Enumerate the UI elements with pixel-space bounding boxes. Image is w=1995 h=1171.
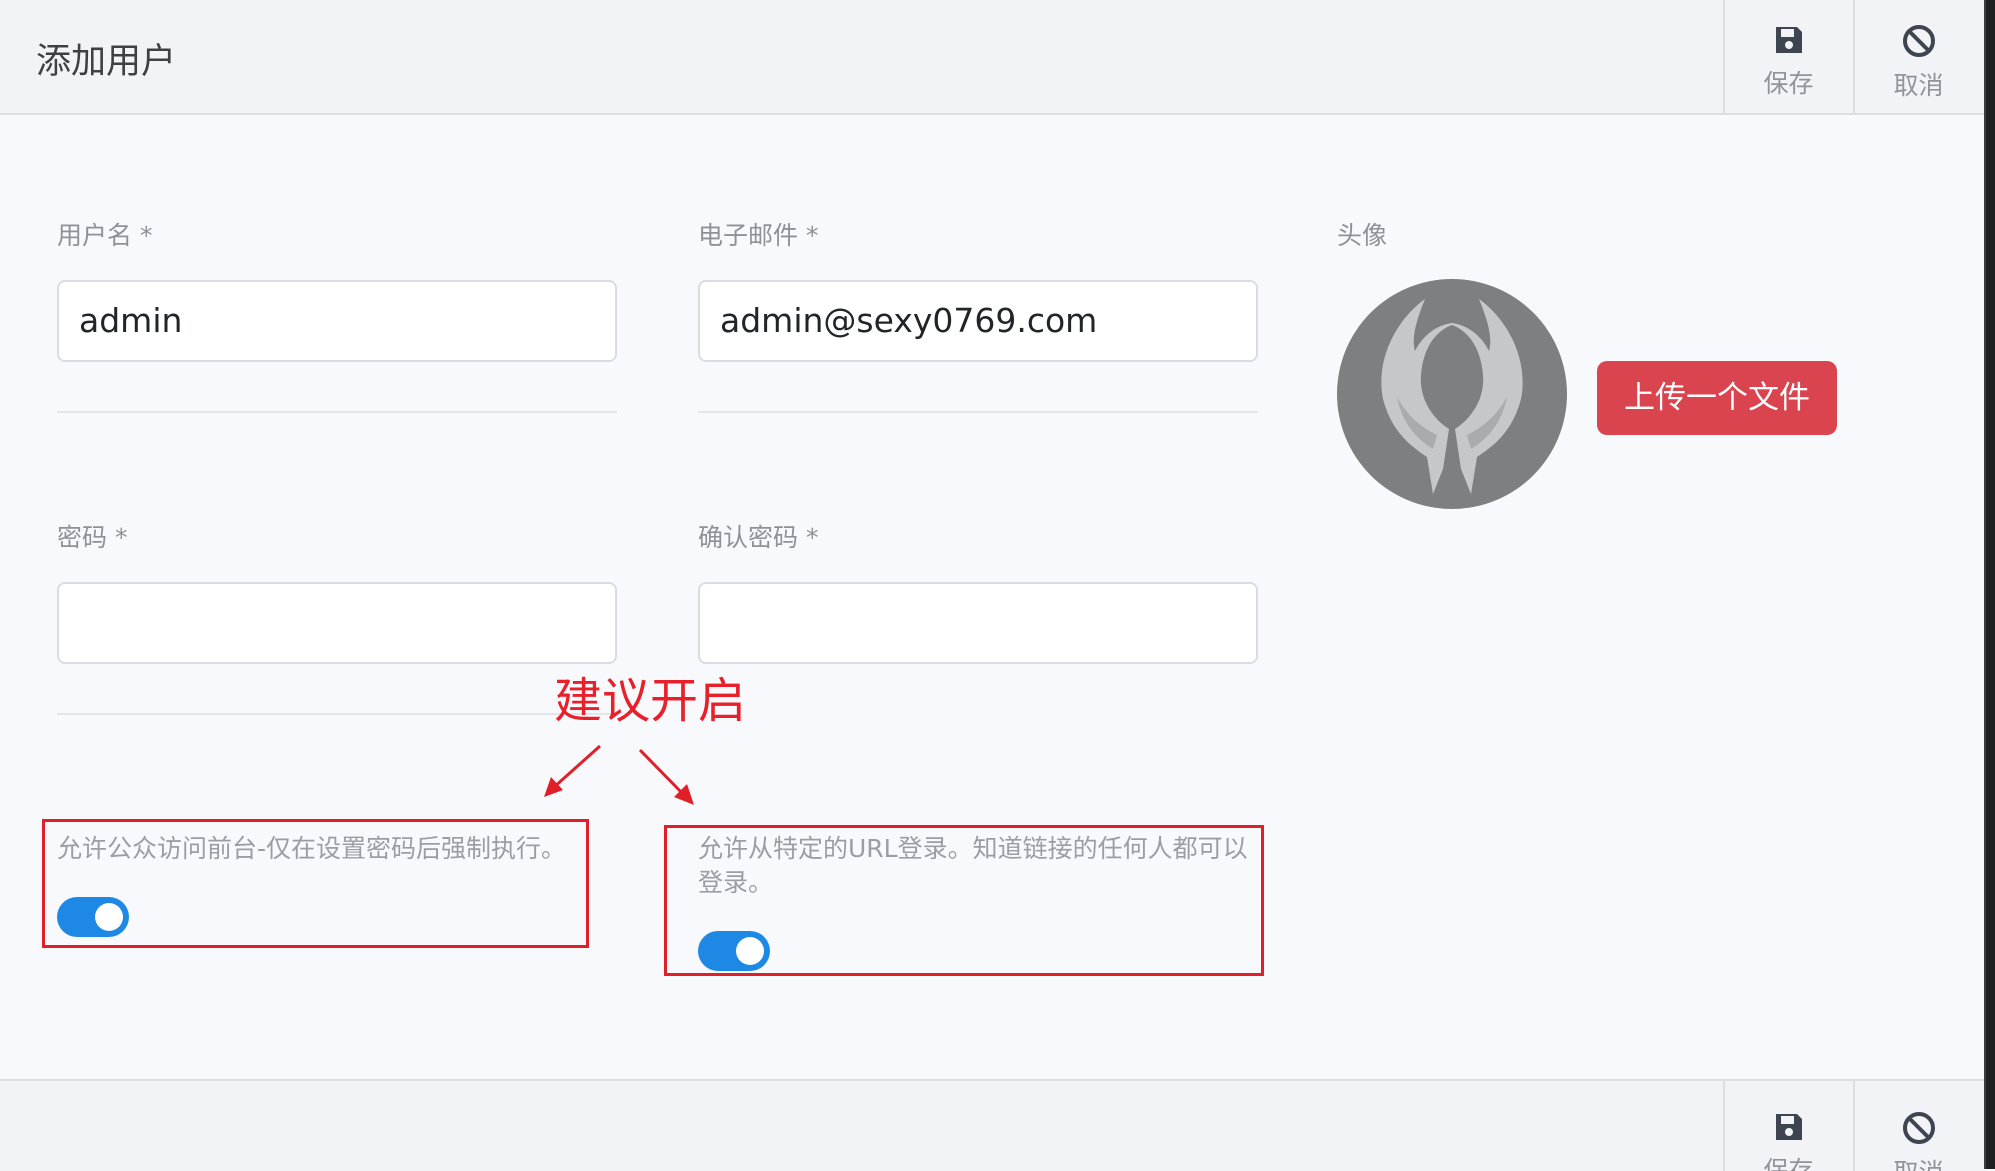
divider xyxy=(57,713,617,715)
password-input[interactable] xyxy=(57,582,617,664)
divider xyxy=(57,411,617,413)
annotation-box-public-access xyxy=(42,819,589,948)
arrow-down-left-icon xyxy=(544,744,601,797)
save-button[interactable]: 保存 xyxy=(1723,0,1852,113)
password-label: 密码 * xyxy=(57,523,128,552)
window-edge xyxy=(1984,0,1995,1169)
upload-file-button[interactable]: 上传一个文件 xyxy=(1597,361,1837,435)
divider xyxy=(698,411,1258,413)
cancel-label: 取消 xyxy=(1893,71,1944,100)
cancel-button[interactable]: 取消 xyxy=(1853,1081,1982,1171)
save-label: 保存 xyxy=(1763,69,1814,98)
save-button[interactable]: 保存 xyxy=(1723,1081,1852,1171)
avatar[interactable] xyxy=(1337,279,1567,509)
floppy-disk-icon xyxy=(1773,24,1805,60)
save-label: 保存 xyxy=(1763,1156,1814,1171)
email-input[interactable]: admin@sexy0769.com xyxy=(698,280,1258,362)
ban-icon xyxy=(1902,24,1936,62)
cancel-button[interactable]: 取消 xyxy=(1853,0,1982,113)
annotation-box-url-login xyxy=(664,825,1264,976)
username-input[interactable]: admin xyxy=(57,280,617,362)
page-title: 添加用户 xyxy=(36,42,177,82)
annotation-text: 建议开启 xyxy=(554,673,747,729)
cancel-label: 取消 xyxy=(1893,1153,1943,1171)
arrow-down-right-icon xyxy=(638,748,694,805)
confirm-password-label: 确认密码 * xyxy=(698,523,819,552)
floppy-disk-icon xyxy=(1773,1111,1805,1147)
avatar-label: 头像 xyxy=(1337,221,1388,250)
username-label: 用户名 * xyxy=(57,221,153,250)
winged-helmet-icon xyxy=(1381,299,1523,494)
add-user-panel: 添加用户 保存 取消 用户名 * admin 电子邮件 * admin@sexy… xyxy=(0,0,1984,1171)
top-toolbar: 添加用户 保存 取消 xyxy=(0,0,1984,115)
ban-icon xyxy=(1902,1111,1936,1149)
bottom-toolbar: 保存 取消 xyxy=(0,1079,1984,1171)
email-label: 电子邮件 * xyxy=(698,221,819,250)
confirm-password-input[interactable] xyxy=(698,582,1258,664)
